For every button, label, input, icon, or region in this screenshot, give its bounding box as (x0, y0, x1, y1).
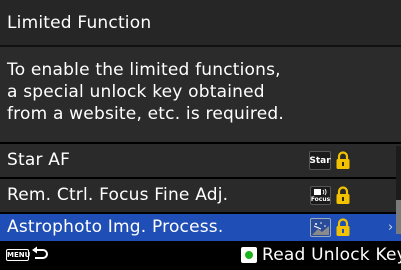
green-button-icon[interactable] (241, 247, 257, 263)
chevron-right-icon: › (388, 220, 394, 235)
message-line: from a website, etc. is required. (7, 104, 284, 124)
info-message: To enable the limited functions, a speci… (0, 47, 401, 142)
footer-bar: MENU Read Unlock Key (0, 241, 401, 270)
lock-icon (336, 186, 350, 204)
list-item-remote-focus[interactable]: Rem. Ctrl. Focus Fine Adj. Focus (0, 179, 401, 212)
menu-button[interactable]: MENU (6, 249, 30, 261)
limited-function-screen: Limited Function To enable the limited f… (0, 0, 401, 270)
page-title: Limited Function (7, 12, 152, 33)
list-item-star-af[interactable]: Star AF Star (0, 144, 401, 177)
list-item-label: Rem. Ctrl. Focus Fine Adj. (7, 185, 229, 205)
list-item-label: Star AF (7, 150, 71, 170)
lock-icon (336, 151, 350, 169)
title-bar: Limited Function (0, 0, 401, 45)
message-line: a special unlock key obtained (7, 82, 265, 102)
read-unlock-key-label: Read Unlock Key (262, 245, 401, 265)
message-line: To enable the limited functions, (7, 60, 281, 80)
green-dot (245, 251, 253, 259)
remote-focus-icon-label: Focus (310, 196, 331, 203)
remote-focus-icon: Focus (310, 186, 331, 205)
list-item-label: Astrophoto Img. Process. (7, 217, 224, 237)
back-arrow-icon[interactable] (31, 246, 49, 262)
scrollbar-thumb[interactable] (396, 200, 401, 234)
lock-icon (336, 218, 350, 236)
star-af-icon: Star (309, 151, 331, 170)
list-item-astrophoto[interactable]: Astrophoto Img. Process. › (0, 214, 401, 241)
astrophoto-icon (310, 218, 331, 237)
